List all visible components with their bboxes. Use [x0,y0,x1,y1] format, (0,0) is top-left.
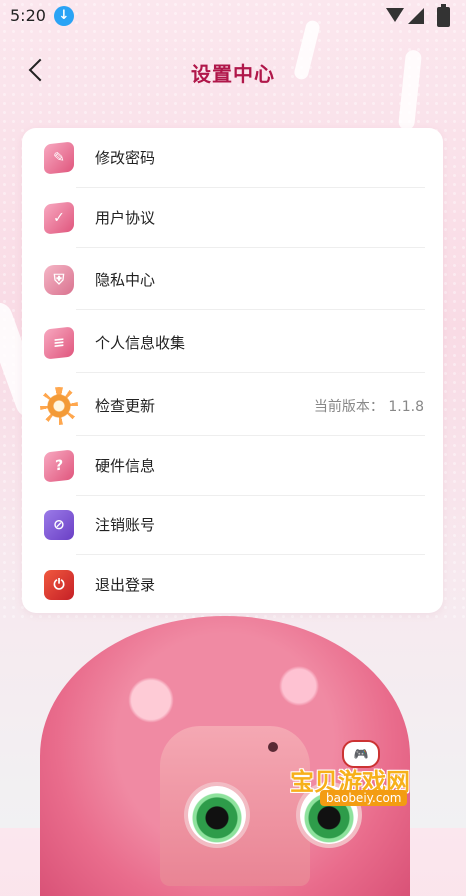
question-icon: ? [44,449,74,483]
divider [76,247,425,248]
settings-item-hardware-info[interactable]: ? 硬件信息 [22,436,443,496]
battery-icon [437,4,450,27]
settings-item-label: 检查更新 [95,397,156,415]
settings-item-change-password[interactable]: ✎ 修改密码 [22,128,443,188]
watermark-url: baobeiy.com [320,790,408,806]
status-time: 5:20 [10,6,46,25]
download-icon: ↓ [54,6,74,26]
settings-item-label: 注销账号 [95,516,156,534]
mascot-face [160,726,358,886]
divider [76,372,425,373]
settings-item-cancel-account[interactable]: ⊘ 注销账号 [22,495,443,555]
mascot-eye [188,786,246,844]
settings-item-label: 隐私中心 [95,271,156,289]
mascot-nose [268,742,278,752]
settings-item-label: 退出登录 [95,576,156,594]
page-title: 设置中心 [191,62,275,86]
status-bar: 5:20 ↓ [0,0,466,32]
personal-info-icon: ≡ [44,326,74,360]
settings-item-label: 硬件信息 [95,457,156,475]
settings-item-personal-info[interactable]: ≡ 个人信息收集 [22,313,443,373]
wifi-icon [386,8,404,22]
settings-item-user-agreement[interactable]: ✓ 用户协议 [22,188,443,248]
shield-icon: ⛨ [44,265,74,295]
password-icon: ✎ [44,141,74,175]
page-header: 设置中心 [0,48,466,98]
logout-icon: ⏻ [44,570,74,600]
watermark: 🎮 宝贝游戏网 baobeiy.com [290,740,440,810]
signal-icon [408,8,424,24]
settings-item-logout[interactable]: ⏻ 退出登录 [22,555,443,615]
cancel-account-icon: ⊘ [44,510,74,540]
divider [76,309,425,310]
agreement-icon: ✓ [44,201,74,235]
settings-item-check-update[interactable]: 检查更新 当前版本： 1.1.8 [22,376,443,436]
settings-item-privacy-center[interactable]: ⛨ 隐私中心 [22,250,443,310]
settings-item-label: 修改密码 [95,149,156,167]
gear-icon [44,391,74,421]
settings-item-label: 用户协议 [95,209,156,227]
version-value: 当前版本： 1.1.8 [313,399,424,415]
settings-item-label: 个人信息收集 [95,334,186,352]
settings-card: ✎ 修改密码 ✓ 用户协议 ⛨ 隐私中心 ≡ 个人信息收集 检查更新 当前版本：… [22,128,443,613]
